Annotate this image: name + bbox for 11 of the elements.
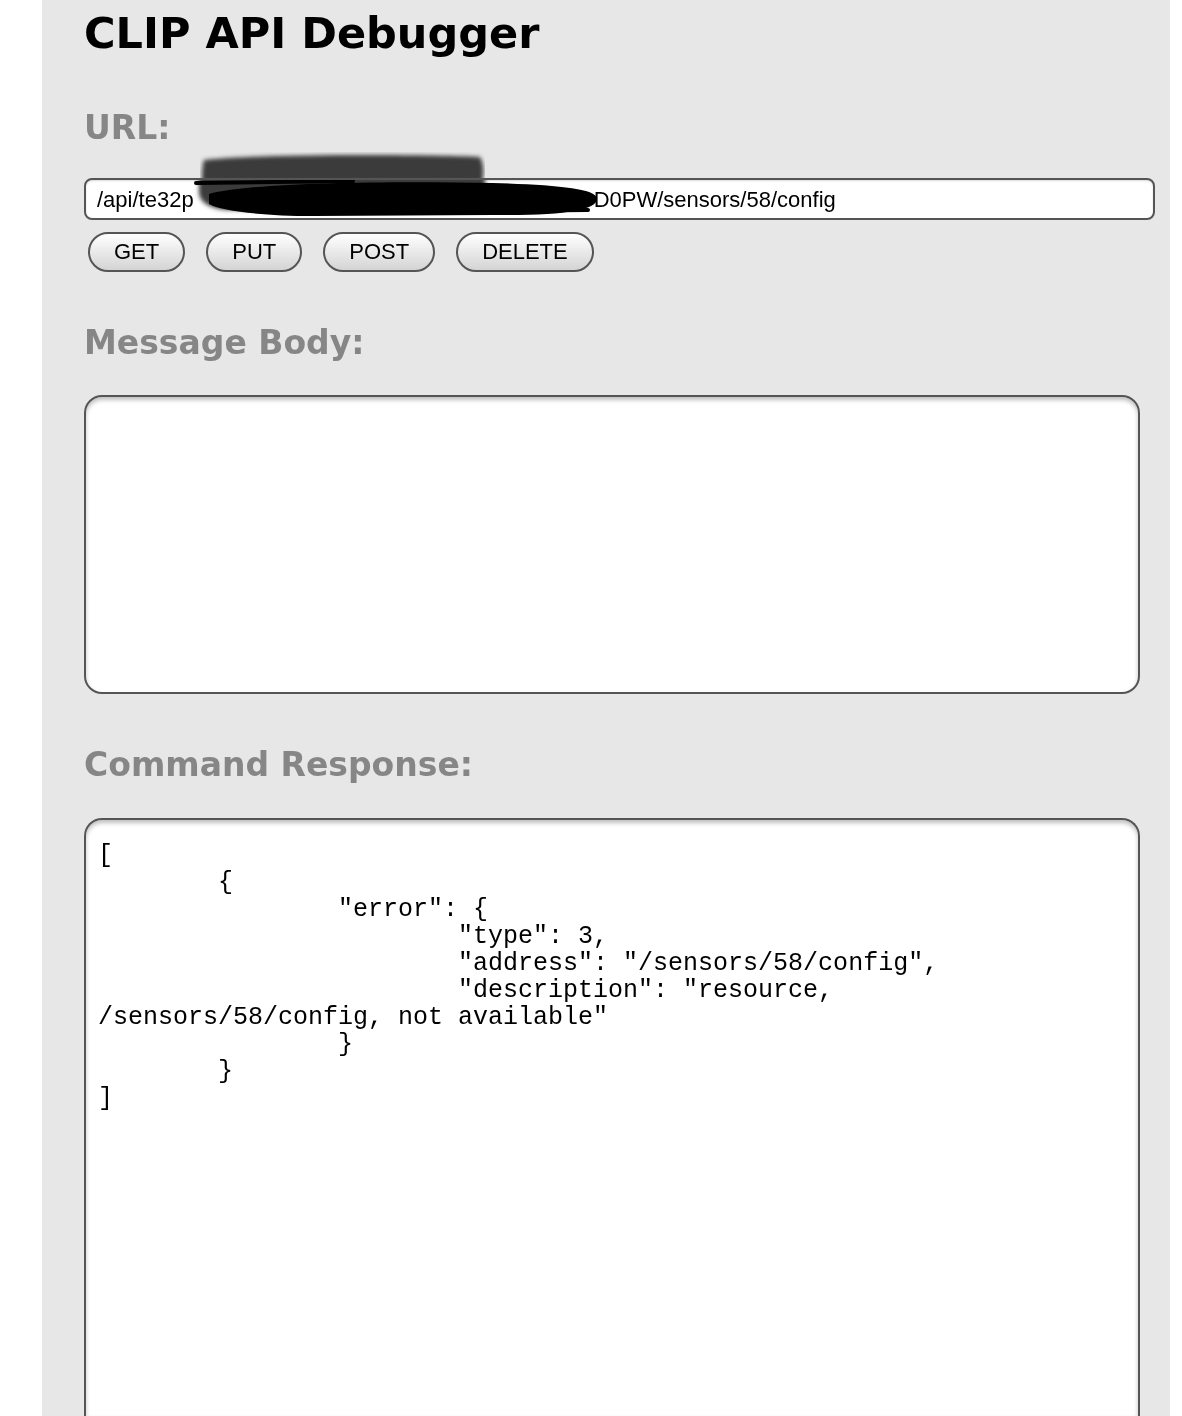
message-body-label: Message Body: [84, 323, 365, 363]
command-response-label: Command Response: [84, 745, 473, 785]
message-body-field[interactable] [84, 395, 1140, 694]
method-button[interactable]: GET [88, 232, 186, 272]
method-button[interactable]: POST [323, 232, 436, 272]
response-field[interactable]: [ { "error": { "type": 3, "address": "/sensors/58/config", "description": "resource, /sensors/58/config, not available" } } ] [84, 818, 1140, 1416]
url-label: URL: [84, 108, 171, 148]
method-button[interactable]: PUT [206, 232, 303, 272]
method-button[interactable]: DELETE [456, 232, 594, 272]
page-title: CLIP API Debugger [84, 9, 540, 57]
url-field[interactable]: /api/te32p D0PW/sensors/58/config [84, 178, 1155, 220]
